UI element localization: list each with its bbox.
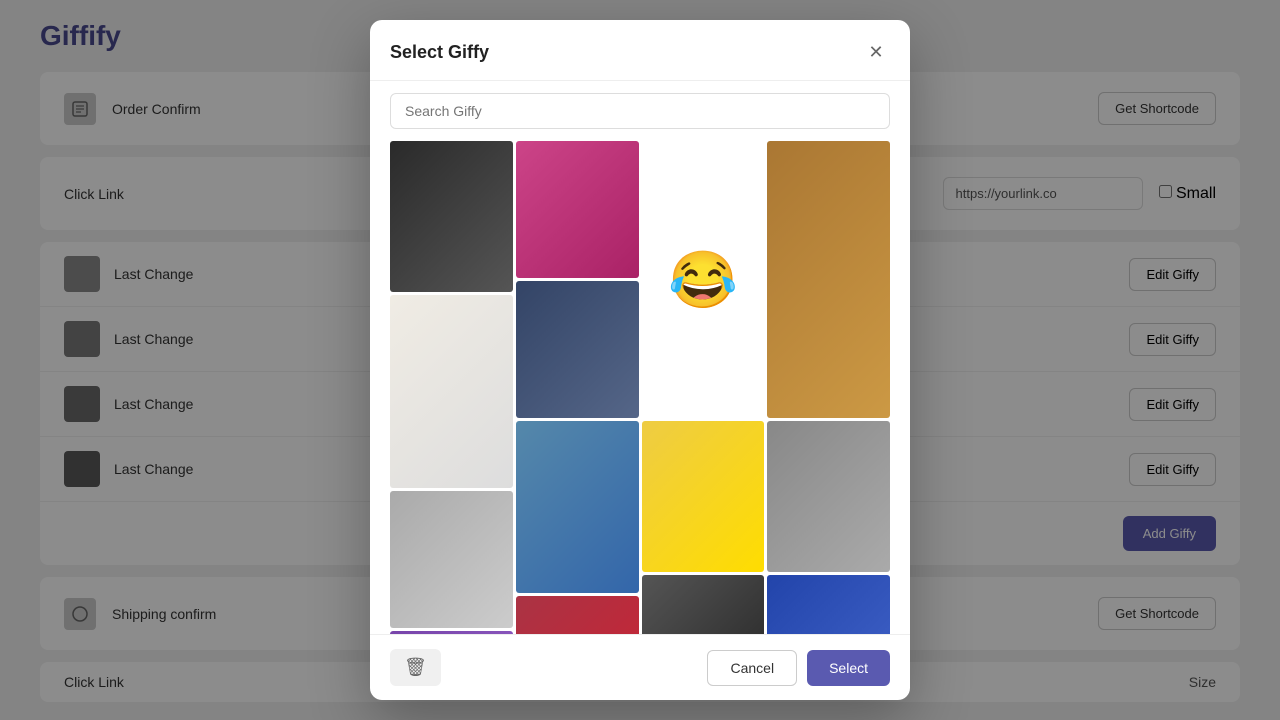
- gif-grid: 😂 DEBBIE DOWNER: [390, 141, 890, 634]
- gif-item[interactable]: [642, 575, 765, 634]
- gif-item[interactable]: [390, 141, 513, 292]
- footer-actions: Cancel Select: [707, 650, 890, 686]
- gif-item[interactable]: [516, 141, 639, 278]
- cancel-button[interactable]: Cancel: [707, 650, 797, 686]
- modal-footer: 🗑 Cancel Select: [370, 634, 910, 700]
- select-button[interactable]: Select: [807, 650, 890, 686]
- gif-item[interactable]: [390, 491, 513, 628]
- gif-item[interactable]: [642, 421, 765, 572]
- gif-item-emoji[interactable]: 😂: [642, 141, 765, 418]
- search-input[interactable]: [390, 93, 890, 129]
- delete-button[interactable]: 🗑: [390, 649, 441, 686]
- search-section: [370, 81, 910, 141]
- gif-grid-container[interactable]: 😂 DEBBIE DOWNER: [370, 141, 910, 634]
- modal-overlay: Select Giffy ✕ 😂: [0, 0, 1280, 720]
- close-modal-button[interactable]: ✕: [862, 38, 890, 66]
- gif-item[interactable]: [767, 141, 890, 418]
- modal-header: Select Giffy ✕: [370, 20, 910, 81]
- gif-item[interactable]: [516, 281, 639, 418]
- gif-item[interactable]: [767, 575, 890, 634]
- gif-item[interactable]: [516, 596, 639, 634]
- gif-item[interactable]: [390, 295, 513, 488]
- gif-item[interactable]: [516, 421, 639, 593]
- gif-item[interactable]: [767, 421, 890, 572]
- select-giffy-modal: Select Giffy ✕ 😂: [370, 20, 910, 700]
- modal-title: Select Giffy: [390, 42, 489, 63]
